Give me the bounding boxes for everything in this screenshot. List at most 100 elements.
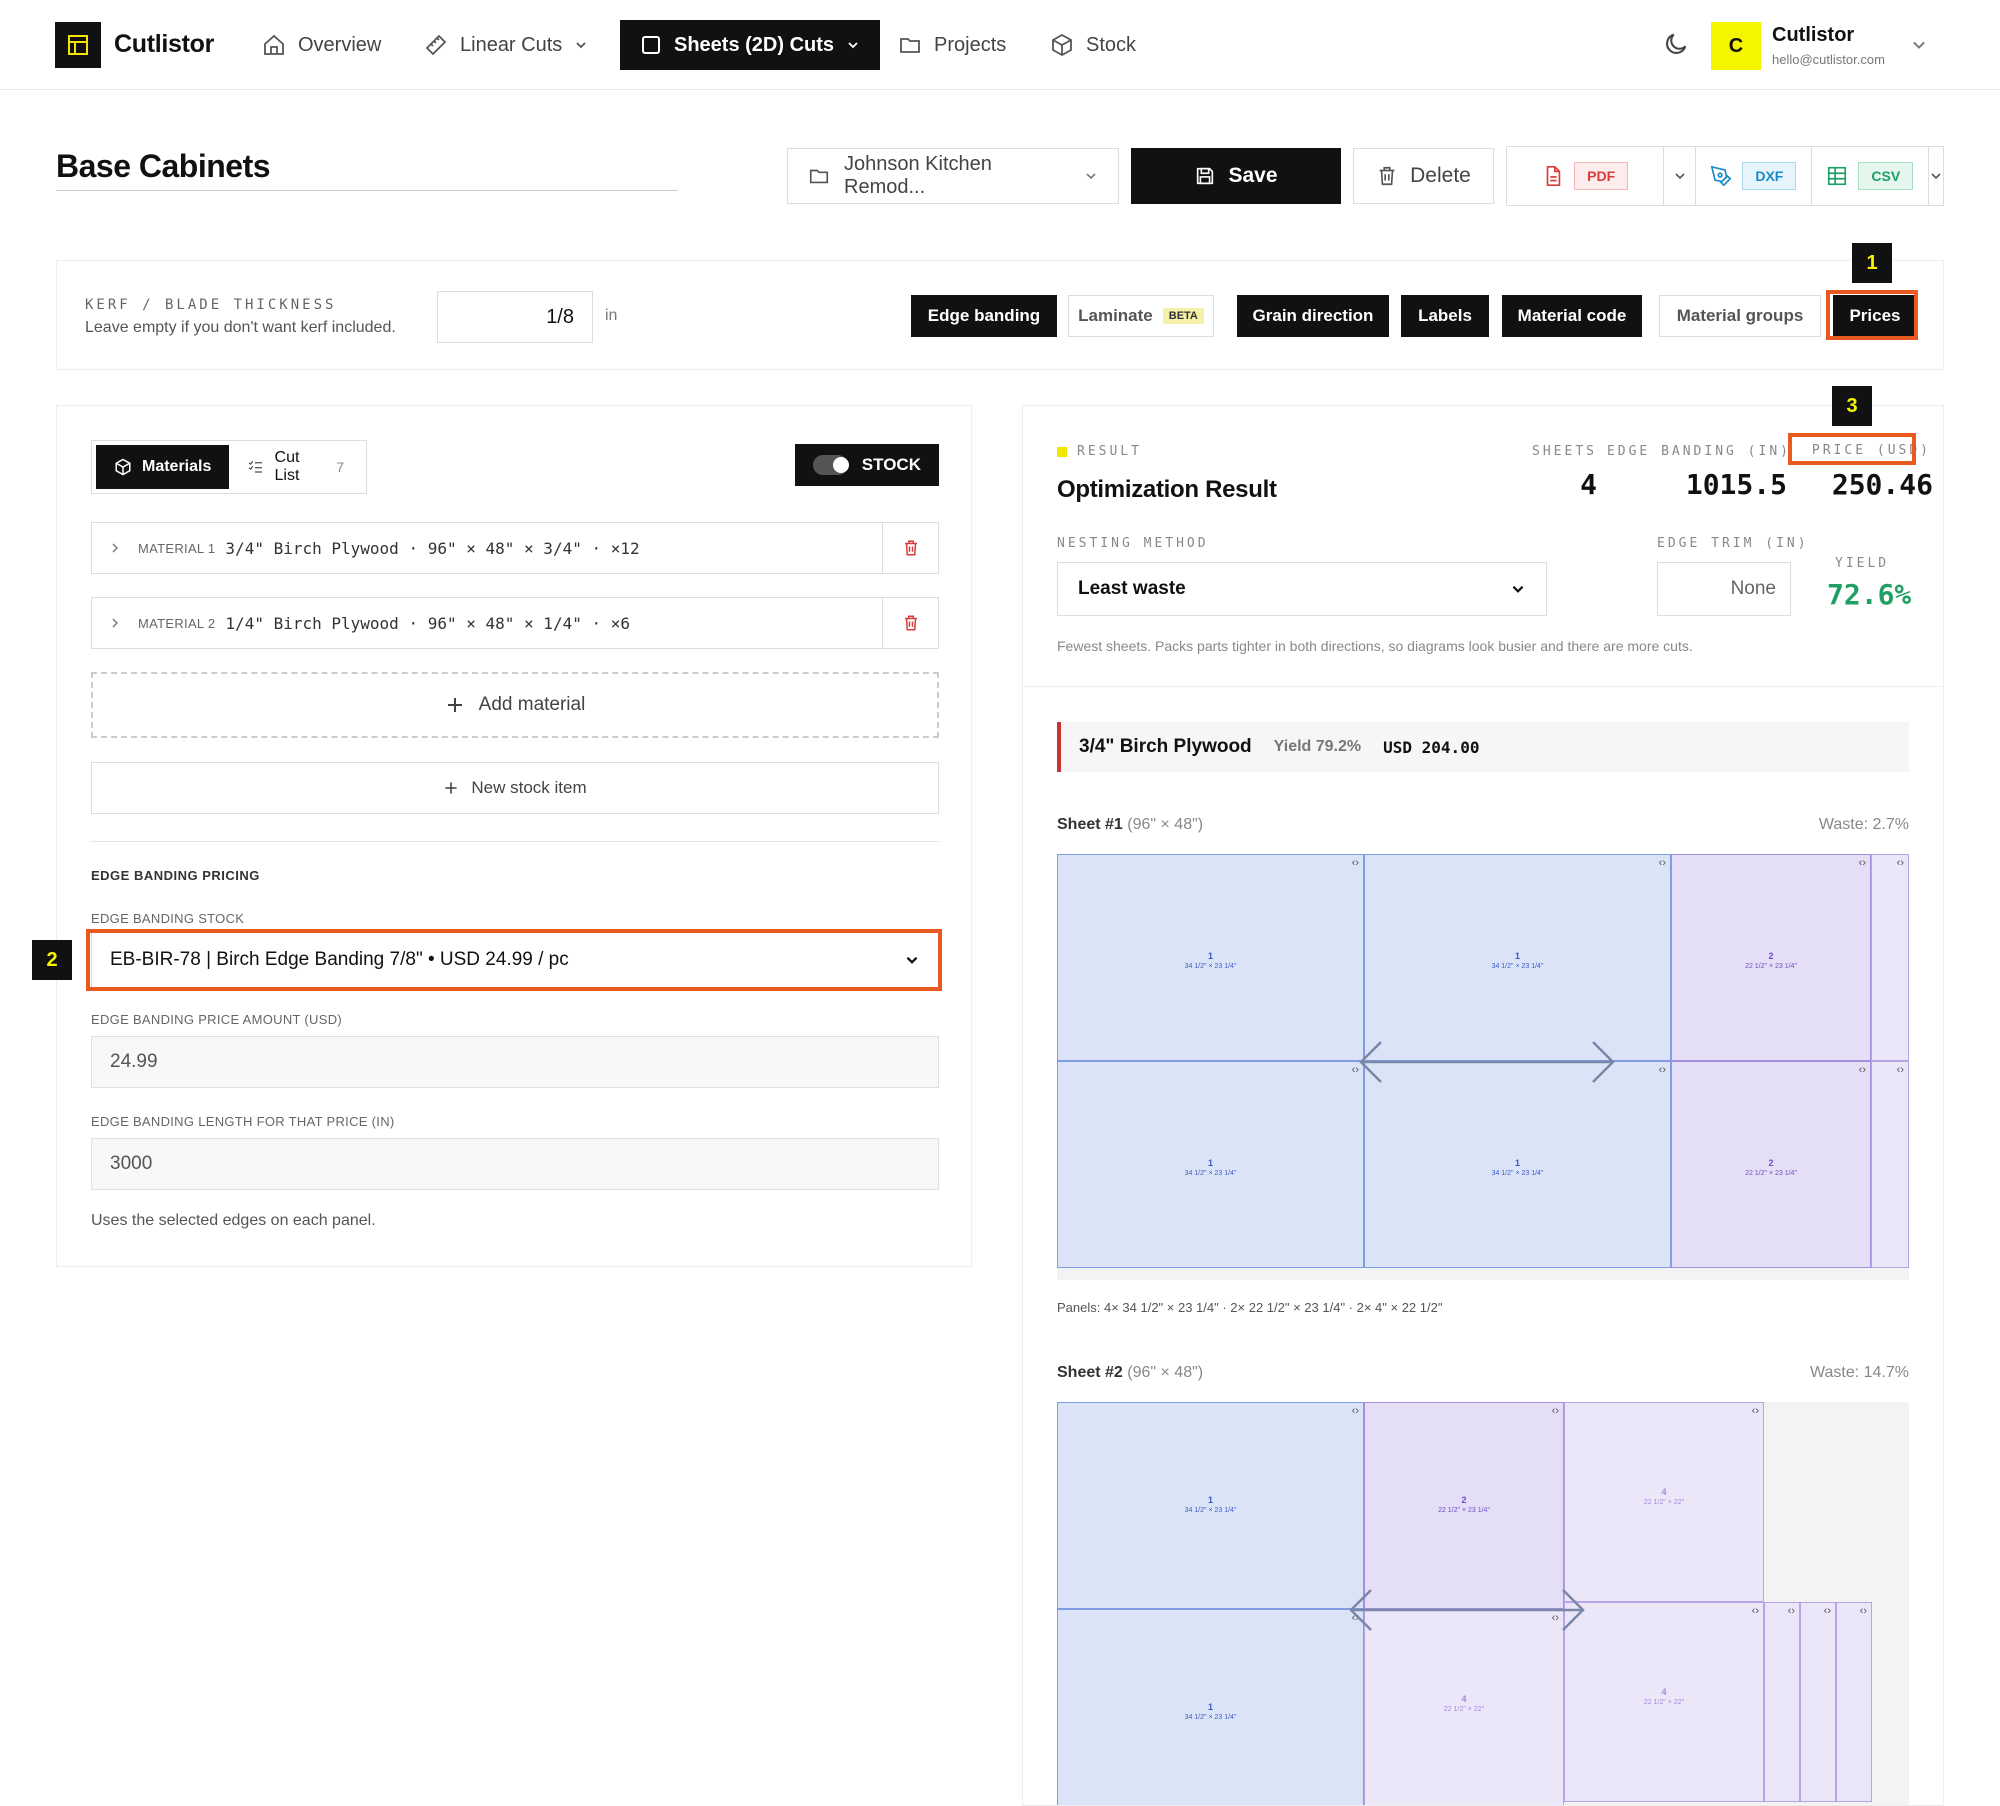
grain-direction-arrow-icon: [1349, 1589, 1585, 1631]
cut-panel[interactable]: ‹›: [1871, 854, 1909, 1061]
tab-cut-list[interactable]: Cut List 7: [229, 445, 362, 489]
edge-banding-length-input[interactable]: 3000: [91, 1138, 939, 1190]
new-stock-item-button[interactable]: New stock item: [91, 762, 939, 814]
result-dot: [1057, 446, 1067, 457]
option-labels[interactable]: Labels: [1401, 295, 1489, 337]
top-navigation-bar: Cutlistor Overview Linear Cuts Sheets (2…: [0, 0, 2000, 90]
edge-banding-total-label: EDGE BANDING (IN): [1606, 444, 1791, 459]
cut-panel[interactable]: ‹› 2 22 1/2" × 23 1/4": [1364, 1402, 1564, 1609]
cut-panel[interactable]: ‹›: [1800, 1602, 1836, 1802]
user-name[interactable]: Cutlistor: [1772, 24, 1854, 47]
export-more-dropdown[interactable]: [1929, 147, 1943, 205]
edge-banding-price-input[interactable]: 24.99: [91, 1036, 939, 1088]
cut-panel[interactable]: ‹›: [1871, 1061, 1909, 1268]
cut-panel[interactable]: ‹› 1 34 1/2" × 23 1/4": [1057, 854, 1364, 1061]
stock-toggle[interactable]: STOCK: [795, 444, 939, 486]
edge-banding-price-label: EDGE BANDING PRICE AMOUNT (USD): [91, 1012, 343, 1027]
option-grain-direction[interactable]: Grain direction: [1237, 295, 1389, 337]
plus-icon: [445, 782, 457, 794]
cut-panel[interactable]: ‹› 4 22 1/2" × 22": [1364, 1609, 1564, 1805]
chevron-down-icon: [1086, 173, 1096, 180]
material-row[interactable]: MATERIAL 2 1/4" Birch Plywood · 96" × 48…: [91, 597, 939, 649]
cut-panel[interactable]: ‹› 1 34 1/2" × 23 1/4": [1057, 1609, 1364, 1805]
chevron-down-icon: [1931, 173, 1941, 180]
list-check-icon: [249, 460, 263, 473]
chevron-right-icon[interactable]: [92, 616, 138, 630]
toggle-switch: [813, 455, 849, 475]
edge-trim-input[interactable]: None: [1657, 562, 1791, 616]
cut-panel[interactable]: ‹› 2 22 1/2" × 23 1/4": [1671, 854, 1871, 1061]
kerf-options-bar: KERF / BLADE THICKNESS Leave empty if yo…: [56, 260, 1944, 370]
export-dxf-button[interactable]: DXF: [1696, 147, 1812, 205]
cut-panel[interactable]: ‹›: [1836, 1602, 1872, 1802]
option-material-groups[interactable]: Material groups: [1659, 295, 1821, 337]
theme-toggle-button[interactable]: [1662, 30, 1690, 63]
sheet-2-header: Sheet #2 (96" × 48") Waste: 14.7%: [1057, 1364, 1909, 1381]
project-select[interactable]: Johnson Kitchen Remod...: [787, 148, 1119, 204]
delete-material-button[interactable]: [882, 523, 938, 573]
yield-label: YIELD: [1835, 556, 1890, 571]
yield-value: 72.6%: [1827, 578, 1912, 611]
kerf-help: Leave empty if you don't want kerf inclu…: [85, 319, 396, 336]
chevron-down-icon: [576, 42, 586, 49]
nav-overview[interactable]: Overview: [262, 20, 381, 70]
save-button[interactable]: Save: [1131, 148, 1341, 204]
sheet-1-diagram[interactable]: ‹› 1 34 1/2" × 23 1/4" ‹› 1 34 1/2" × 23 1/4…: [1057, 854, 1909, 1280]
kerf-input[interactable]: 1/8: [437, 291, 593, 343]
cut-panel[interactable]: ‹› 1 34 1/2" × 23 1/4": [1364, 854, 1671, 1061]
sheets-value: 4: [1580, 468, 1597, 501]
chevron-right-icon[interactable]: [92, 541, 138, 555]
export-csv-button[interactable]: CSV: [1812, 147, 1929, 205]
edge-banding-help-text: Uses the selected edges on each panel.: [91, 1212, 376, 1229]
cut-panel[interactable]: ‹› 4 22 1/2" × 22": [1564, 1602, 1764, 1802]
prices-highlight: [1826, 290, 1918, 340]
pen-tool-icon: [1711, 165, 1732, 187]
edge-banding-stock-highlight: [86, 929, 942, 991]
delete-button[interactable]: Delete: [1353, 148, 1494, 204]
cut-panel[interactable]: ‹› 4 22 1/2" × 22": [1564, 1402, 1764, 1602]
cut-panel[interactable]: ‹›: [1764, 1602, 1800, 1802]
delete-material-button[interactable]: [882, 598, 938, 648]
table-icon: [1828, 166, 1847, 186]
nav-sheets-cuts[interactable]: Sheets (2D) Cuts: [620, 20, 881, 70]
option-edge-banding[interactable]: Edge banding: [911, 295, 1057, 337]
trash-icon: [904, 540, 917, 556]
plus-icon: [447, 698, 462, 712]
kerf-unit: in: [605, 307, 618, 324]
material-row[interactable]: MATERIAL 1 3/4" Birch Plywood · 96" × 48…: [91, 522, 939, 574]
option-material-code[interactable]: Material code: [1502, 295, 1642, 337]
tab-materials[interactable]: Materials: [96, 445, 230, 489]
chevron-down-icon: [848, 42, 858, 49]
price-result-highlight: [1788, 433, 1916, 465]
result-panel: RESULT Optimization Result SHEETS 4 EDGE…: [1022, 405, 1944, 1806]
page-title[interactable]: Base Cabinets: [56, 148, 271, 185]
cut-panel[interactable]: ‹› 1 34 1/2" × 23 1/4": [1364, 1061, 1671, 1268]
materials-tabs: Materials Cut List 7: [91, 440, 367, 494]
cut-panel[interactable]: ‹› 1 34 1/2" × 23 1/4": [1057, 1061, 1364, 1268]
trash-icon: [1379, 166, 1395, 186]
nesting-help-text: Fewest sheets. Packs parts tighter in bo…: [1057, 638, 1693, 654]
sheet-2-diagram[interactable]: ‹› 1 34 1/2" × 23 1/4" ‹› 2 22 1/2" × 23 1/4…: [1057, 1402, 1909, 1805]
logo-icon[interactable]: [55, 22, 101, 68]
kerf-label: KERF / BLADE THICKNESS: [85, 297, 337, 313]
nav-stock[interactable]: Stock: [1050, 20, 1136, 70]
add-material-button[interactable]: Add material: [91, 672, 939, 738]
chevron-down-icon: [1512, 585, 1524, 593]
nesting-method-select[interactable]: Least waste: [1057, 562, 1547, 616]
material-result-banner: 3/4" Birch Plywood Yield 79.2% USD 204.0…: [1057, 722, 1909, 772]
nav-linear-cuts[interactable]: Linear Cuts: [424, 20, 588, 70]
sheet-1-header: Sheet #1 (96" × 48") Waste: 2.7%: [1057, 816, 1909, 833]
export-pdf-button[interactable]: PDF: [1507, 147, 1665, 205]
option-laminate[interactable]: Laminate BETA: [1068, 295, 1214, 337]
step-marker-3: 3: [1832, 386, 1872, 426]
avatar[interactable]: C: [1711, 22, 1761, 70]
user-menu-chevron-icon[interactable]: [1910, 36, 1928, 59]
section-divider: [91, 841, 939, 842]
edge-banding-stock-label: EDGE BANDING STOCK: [91, 911, 245, 926]
cut-panel[interactable]: ‹› 1 34 1/2" × 23 1/4": [1057, 1402, 1364, 1609]
app-name[interactable]: Cutlistor: [114, 30, 214, 59]
export-pdf-dropdown[interactable]: [1664, 147, 1697, 205]
cut-panel[interactable]: ‹› 2 22 1/2" × 23 1/4": [1671, 1061, 1871, 1268]
nav-projects[interactable]: Projects: [898, 20, 1006, 70]
export-button-group: PDF DXF CSV: [1506, 146, 1944, 206]
